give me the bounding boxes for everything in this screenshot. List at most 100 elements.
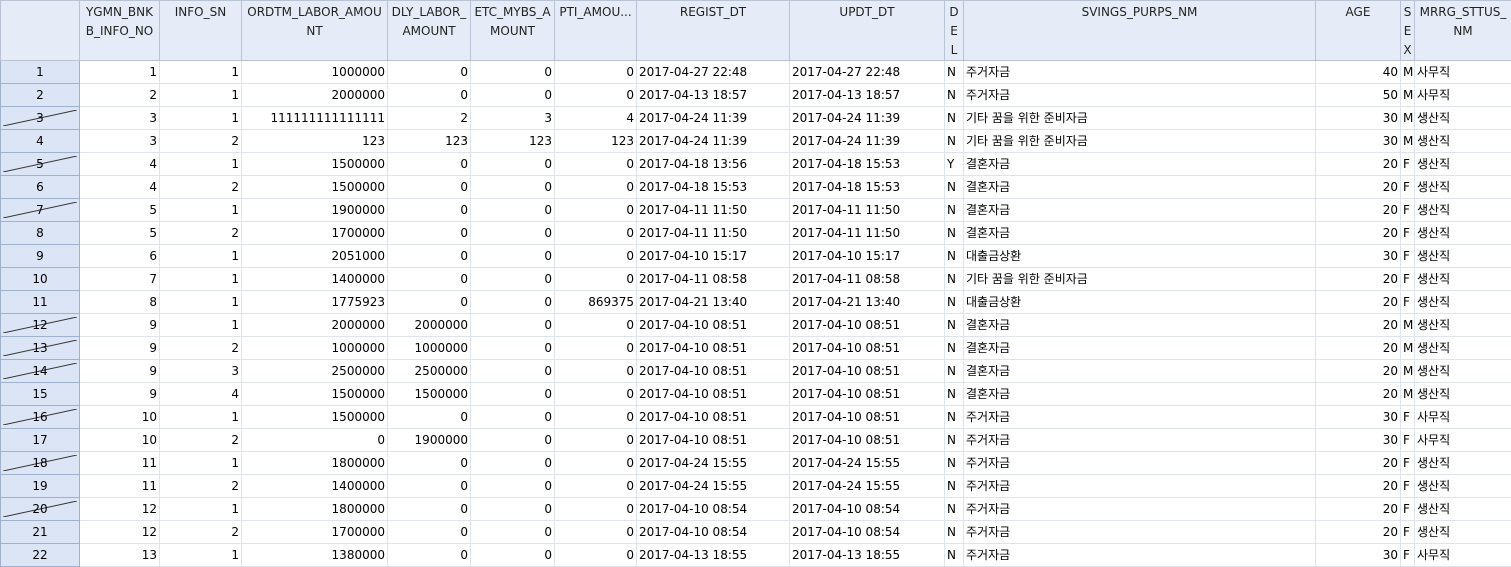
- cell-info-sn[interactable]: 1: [160, 84, 242, 107]
- cell-pti[interactable]: 4: [555, 107, 637, 130]
- cell-mrrg[interactable]: 생산직: [1415, 107, 1511, 130]
- cell-ygmn[interactable]: 2: [80, 84, 160, 107]
- cell-etc[interactable]: 0: [471, 176, 555, 199]
- cell-dly[interactable]: 0: [388, 61, 471, 84]
- cell-pti[interactable]: 0: [555, 61, 637, 84]
- cell-etc[interactable]: 0: [471, 360, 555, 383]
- cell-info-sn[interactable]: 1: [160, 498, 242, 521]
- cell-pti[interactable]: 0: [555, 383, 637, 406]
- cell-sex[interactable]: M: [1401, 107, 1415, 130]
- cell-age[interactable]: 20: [1316, 521, 1401, 544]
- col-header-pti[interactable]: PTI_AMOU...: [555, 1, 637, 61]
- cell-ygmn[interactable]: 3: [80, 107, 160, 130]
- cell-regist[interactable]: 2017-04-18 13:56: [637, 153, 790, 176]
- cell-dly[interactable]: 0: [388, 452, 471, 475]
- cell-age[interactable]: 50: [1316, 84, 1401, 107]
- cell-sex[interactable]: M: [1401, 337, 1415, 360]
- cell-purps[interactable]: 주거자금: [964, 521, 1316, 544]
- cell-info-sn[interactable]: 2: [160, 222, 242, 245]
- cell-regist[interactable]: 2017-04-18 15:53: [637, 176, 790, 199]
- cell-purps[interactable]: 기타 꿈을 위한 준비자금: [964, 268, 1316, 291]
- cell-regist[interactable]: 2017-04-11 11:50: [637, 222, 790, 245]
- cell-del[interactable]: N: [945, 360, 964, 383]
- cell-updt[interactable]: 2017-04-10 08:54: [790, 498, 945, 521]
- cell-purps[interactable]: 기타 꿈을 위한 준비자금: [964, 130, 1316, 153]
- cell-pti[interactable]: 0: [555, 475, 637, 498]
- cell-etc[interactable]: 0: [471, 314, 555, 337]
- cell-etc[interactable]: 0: [471, 429, 555, 452]
- cell-mrrg[interactable]: 생산직: [1415, 245, 1511, 268]
- cell-ordtm[interactable]: 111111111111111: [242, 107, 388, 130]
- cell-ordtm[interactable]: 1400000: [242, 475, 388, 498]
- cell-sex[interactable]: F: [1401, 544, 1415, 567]
- cell-mrrg[interactable]: 사무직: [1415, 544, 1511, 567]
- cell-dly[interactable]: 2500000: [388, 360, 471, 383]
- table-row[interactable]: 1610115000000002017-04-10 08:512017-04-1…: [1, 406, 1511, 429]
- cell-info-sn[interactable]: 2: [160, 475, 242, 498]
- cell-purps[interactable]: 기타 꿈을 위한 준비자금: [964, 107, 1316, 130]
- cell-dly[interactable]: 0: [388, 406, 471, 429]
- cell-pti[interactable]: 123: [555, 130, 637, 153]
- cell-sex[interactable]: F: [1401, 222, 1415, 245]
- row-header[interactable]: 18: [1, 452, 80, 475]
- cell-age[interactable]: 30: [1316, 544, 1401, 567]
- cell-pti[interactable]: 0: [555, 521, 637, 544]
- cell-mrrg[interactable]: 생산직: [1415, 452, 1511, 475]
- cell-age[interactable]: 40: [1316, 61, 1401, 84]
- cell-age[interactable]: 20: [1316, 153, 1401, 176]
- col-header-info-sn[interactable]: INFO_SN: [160, 1, 242, 61]
- cell-mrrg[interactable]: 생산직: [1415, 153, 1511, 176]
- cell-del[interactable]: N: [945, 130, 964, 153]
- cell-dly[interactable]: 0: [388, 176, 471, 199]
- cell-purps[interactable]: 결혼자금: [964, 153, 1316, 176]
- table-row[interactable]: 64215000000002017-04-18 15:532017-04-18 …: [1, 176, 1511, 199]
- cell-ordtm[interactable]: 2500000: [242, 360, 388, 383]
- cell-sex[interactable]: F: [1401, 498, 1415, 521]
- cell-updt[interactable]: 2017-04-10 08:51: [790, 429, 945, 452]
- cell-regist[interactable]: 2017-04-27 22:48: [637, 61, 790, 84]
- cell-age[interactable]: 20: [1316, 383, 1401, 406]
- cell-sex[interactable]: M: [1401, 84, 1415, 107]
- cell-dly[interactable]: 0: [388, 498, 471, 521]
- cell-age[interactable]: 30: [1316, 429, 1401, 452]
- cell-dly[interactable]: 0: [388, 475, 471, 498]
- row-header[interactable]: 9: [1, 245, 80, 268]
- cell-etc[interactable]: 0: [471, 521, 555, 544]
- cell-del[interactable]: N: [945, 107, 964, 130]
- cell-purps[interactable]: 주거자금: [964, 452, 1316, 475]
- row-header[interactable]: 20: [1, 498, 80, 521]
- cell-dly[interactable]: 123: [388, 130, 471, 153]
- cell-pti[interactable]: 0: [555, 199, 637, 222]
- cell-updt[interactable]: 2017-04-10 08:51: [790, 383, 945, 406]
- cell-purps[interactable]: 주거자금: [964, 429, 1316, 452]
- cell-dly[interactable]: 0: [388, 245, 471, 268]
- cell-mrrg[interactable]: 생산직: [1415, 360, 1511, 383]
- row-header[interactable]: 16: [1, 406, 80, 429]
- table-row[interactable]: 4321231231231232017-04-24 11:392017-04-2…: [1, 130, 1511, 153]
- row-header[interactable]: 22: [1, 544, 80, 567]
- cell-sex[interactable]: F: [1401, 176, 1415, 199]
- cell-mrrg[interactable]: 생산직: [1415, 130, 1511, 153]
- cell-regist[interactable]: 2017-04-11 08:58: [637, 268, 790, 291]
- table-row[interactable]: 11811775923008693752017-04-21 13:402017-…: [1, 291, 1511, 314]
- cell-pti[interactable]: 0: [555, 245, 637, 268]
- cell-mrrg[interactable]: 생산직: [1415, 498, 1511, 521]
- cell-info-sn[interactable]: 2: [160, 130, 242, 153]
- cell-mrrg[interactable]: 생산직: [1415, 337, 1511, 360]
- table-row[interactable]: 2012118000000002017-04-10 08:542017-04-1…: [1, 498, 1511, 521]
- cell-age[interactable]: 20: [1316, 268, 1401, 291]
- cell-ordtm[interactable]: 1500000: [242, 383, 388, 406]
- cell-del[interactable]: N: [945, 475, 964, 498]
- table-row[interactable]: 11110000000002017-04-27 22:482017-04-27 …: [1, 61, 1511, 84]
- cell-sex[interactable]: F: [1401, 245, 1415, 268]
- cell-etc[interactable]: 123: [471, 130, 555, 153]
- cell-regist[interactable]: 2017-04-24 11:39: [637, 107, 790, 130]
- cell-updt[interactable]: 2017-04-24 15:55: [790, 475, 945, 498]
- cell-ordtm[interactable]: 1800000: [242, 498, 388, 521]
- col-header-updt[interactable]: UPDT_DT: [790, 1, 945, 61]
- cell-pti[interactable]: 0: [555, 176, 637, 199]
- cell-regist[interactable]: 2017-04-13 18:57: [637, 84, 790, 107]
- cell-info-sn[interactable]: 4: [160, 383, 242, 406]
- cell-ygmn[interactable]: 9: [80, 383, 160, 406]
- cell-sex[interactable]: F: [1401, 475, 1415, 498]
